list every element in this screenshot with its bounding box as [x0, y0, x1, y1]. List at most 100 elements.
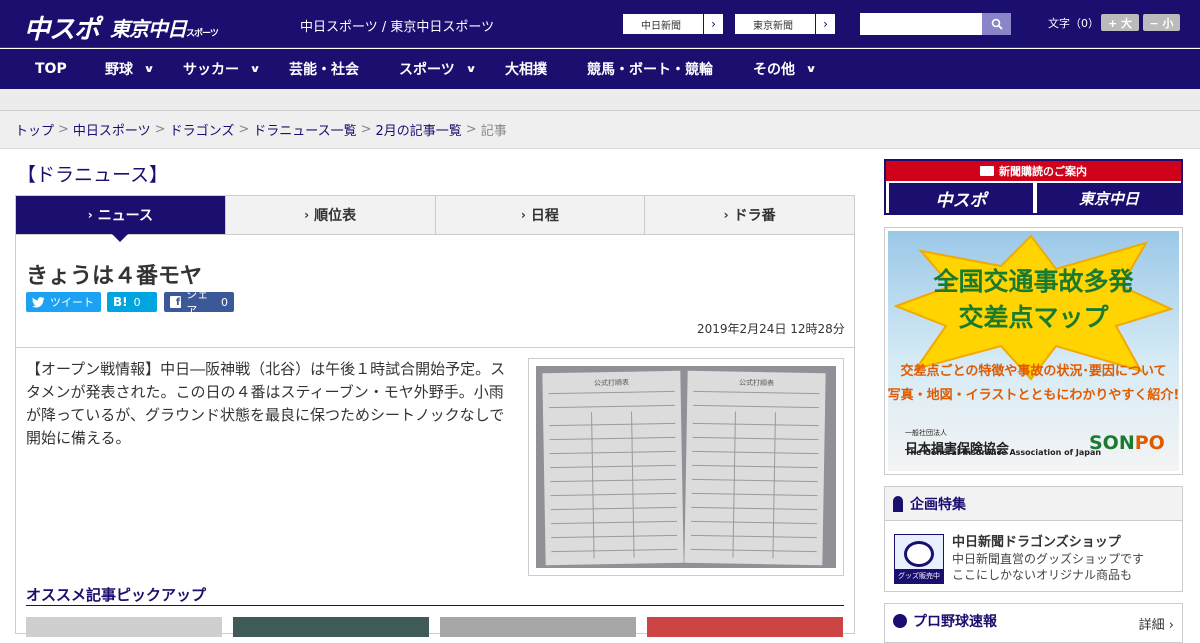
ad-title-line2: 交差点マップ: [885, 298, 1182, 334]
tab-label: 順位表: [314, 205, 356, 225]
search-icon: [991, 18, 1003, 30]
chevron-right-icon: ›: [88, 208, 93, 222]
tab-label: ドラ番: [734, 205, 776, 225]
ad-org-small: 一般社団法人: [905, 428, 1009, 438]
breadcrumb-february-list[interactable]: 2月の記事一覧: [376, 120, 462, 139]
sonpo-logo-b: PO: [1135, 432, 1165, 454]
subscription-heading-text: 新聞購読のご案内: [999, 163, 1087, 179]
facebook-share-button[interactable]: f シェア 0: [164, 292, 234, 312]
advertisement-banner[interactable]: 全国交通事故多発 交差点マップ 交差点ごとの特徴や事故の状況･要因について 写真…: [884, 227, 1183, 475]
chevron-right-icon: ›: [521, 208, 526, 222]
hatena-bookmark-button[interactable]: B! 0: [107, 292, 157, 312]
news-tabs: › ニュース › 順位表 ›日程 › ドラ番: [15, 195, 855, 235]
search-button[interactable]: [982, 13, 1011, 35]
article-body: 【オープン戦情報】中日―阪神戦（北谷）は午後１時試合開始予定。スタメンが発表され…: [26, 358, 514, 450]
chunichi-shimbun-link[interactable]: 中日新聞 ›: [622, 13, 724, 35]
pickup-thumbnail[interactable]: [647, 617, 843, 637]
article-divider: [16, 347, 854, 348]
tab-news[interactable]: › ニュース: [16, 196, 226, 234]
tweet-button[interactable]: ツイート: [26, 292, 101, 312]
search-input[interactable]: [860, 13, 982, 35]
ad-subtitle-line1: 交差点ごとの特徴や事故の状況･要因について: [885, 360, 1182, 379]
pro-baseball-live-heading: プロ野球速報: [885, 604, 1182, 638]
chunichi-sports-logo[interactable]: 中スポ: [24, 9, 99, 46]
article-photo[interactable]: 公式打順表 公式打順表: [528, 358, 844, 576]
chevron-right-icon: ›: [815, 14, 835, 34]
special-feature-panel: 企画特集 グッズ販売中 中日新聞ドラゴンズショップ 中日新聞直営のグッズショップ…: [884, 486, 1183, 592]
nav-label: 野球: [105, 59, 133, 79]
pickup-thumbnail[interactable]: [233, 617, 429, 637]
breadcrumb-separator: >: [155, 122, 166, 137]
pickup-underline: [26, 605, 844, 606]
article-date: 2019年2月24日 12時28分: [697, 320, 845, 337]
twitter-bird-icon: [32, 297, 45, 308]
tokyo-chunichi-logo-text: 東京中日: [110, 17, 186, 41]
nav-entertainment[interactable]: 芸能・社会: [289, 49, 359, 89]
font-size-label: 文字（0）: [1048, 15, 1099, 31]
tokyo-chunichi-logo[interactable]: 東京中日スポーツ: [110, 13, 218, 42]
font-larger-button[interactable]: + 大: [1101, 14, 1139, 31]
shop-badge: グッズ販売中: [895, 569, 943, 583]
chevron-right-icon: ›: [724, 208, 729, 222]
breadcrumb-separator: >: [466, 122, 477, 137]
breadcrumb-dora-news-list[interactable]: ドラニュース一覧: [253, 120, 356, 139]
nav-baseball[interactable]: 野球 ∨: [105, 49, 153, 89]
hatena-icon: B!: [113, 295, 128, 309]
dragons-shop-image[interactable]: グッズ販売中: [894, 534, 944, 584]
lineup-sheet-left: 公式打順表: [542, 371, 683, 565]
pro-baseball-detail-link[interactable]: 詳細 ›: [1139, 614, 1174, 633]
pickup-thumbnail[interactable]: [440, 617, 636, 637]
chevron-down-icon: ∨: [805, 64, 816, 75]
special-feature-title: 企画特集: [910, 494, 966, 514]
special-feature-heading: 企画特集: [885, 487, 1182, 521]
ad-subtitle-line2: 写真・地図・イラストとともにわかりやすく紹介!: [885, 384, 1182, 403]
nav-sports[interactable]: スポーツ∨: [399, 49, 475, 89]
breadcrumb-dragons[interactable]: ドラゴンズ: [170, 120, 235, 139]
nav-sumo[interactable]: 大相撲: [505, 49, 547, 89]
pickup-thumbnail[interactable]: [26, 617, 222, 637]
tokyo-chunichi-sub-logo: 東京中日: [1037, 183, 1181, 213]
breadcrumb-top[interactable]: トップ: [15, 120, 54, 139]
breadcrumb-chunichi-sports[interactable]: 中日スポーツ: [73, 120, 151, 139]
mascot-icon: [904, 541, 934, 567]
shop-desc-line: ここにしかないオリジナル商品も: [952, 567, 1144, 583]
nav-label: サッカー: [183, 59, 239, 79]
ad-organization-english: The General Insurance Association of Jap…: [905, 448, 1101, 457]
section-title: 【ドラニュース】: [17, 160, 168, 187]
pickup-heading: オススメ記事ピックアップ: [26, 584, 206, 605]
nav-top[interactable]: TOP: [35, 49, 67, 89]
dragons-shop-link[interactable]: 中日新聞ドラゴンズショップ: [952, 531, 1121, 550]
facebook-share-count: 0: [221, 296, 228, 309]
tab-schedule[interactable]: ›日程: [436, 196, 646, 234]
nav-other[interactable]: その他 ∨: [753, 49, 815, 89]
breadcrumb-separator: >: [58, 122, 69, 137]
font-smaller-button[interactable]: − 小: [1143, 14, 1180, 31]
tab-label: ニュース: [98, 205, 153, 225]
lineup-sheet-header: 公式打順表: [687, 377, 825, 389]
top-header: 中スポ 東京中日スポーツ 中日スポーツ / 東京中日スポーツ 中日新聞 › 東京…: [0, 0, 1200, 48]
sonpo-logo-a: SON: [1089, 432, 1135, 454]
chunichi-shimbun-label: 中日新聞: [623, 17, 703, 32]
chevron-down-icon: ∨: [143, 64, 154, 75]
tab-dora-ban[interactable]: › ドラ番: [645, 196, 854, 234]
tokyo-shimbun-link[interactable]: 東京新聞 ›: [734, 13, 836, 35]
chevron-down-icon: ∨: [465, 64, 476, 75]
tokyo-chunichi-logo-small: スポーツ: [186, 29, 218, 39]
lineup-card-photo: 公式打順表 公式打順表: [536, 366, 836, 568]
breadcrumb-separator: >: [238, 122, 249, 137]
chevron-right-icon: ›: [304, 208, 309, 222]
nav-racing[interactable]: 競馬・ボート・競輪: [587, 49, 713, 89]
chevron-down-icon: ∨: [249, 64, 260, 75]
chevron-right-icon: ›: [703, 14, 723, 34]
shop-desc-line: 中日新聞直営のグッズショップです: [952, 551, 1144, 567]
nav-label: 芸能・社会: [289, 59, 359, 79]
baseball-icon: [893, 614, 907, 628]
subscription-banner[interactable]: 新聞購読のご案内 中スポ 東京中日: [884, 159, 1183, 215]
tab-standings[interactable]: › 順位表: [226, 196, 436, 234]
subscription-heading: 新聞購読のご案内: [886, 161, 1181, 181]
chunichi-sports-sub-logo: 中スポ: [889, 183, 1033, 213]
site-title: 中日スポーツ / 東京中日スポーツ: [300, 16, 494, 35]
nav-label: その他: [753, 59, 795, 79]
sub-nav-strip: [0, 89, 1200, 111]
nav-soccer[interactable]: サッカー ∨: [183, 49, 259, 89]
